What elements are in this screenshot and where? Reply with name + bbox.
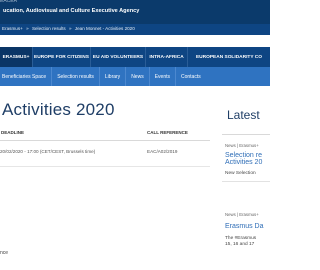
- breadcrumb-separator: »: [68, 26, 72, 31]
- deadline-value: 20/02/2020 - 17:00 (CET/CEST, Brussels t…: [0, 149, 96, 154]
- news-excerpt: New Selection: [225, 171, 256, 176]
- sub-nav: Beneficiaries Space Selection results Li…: [0, 67, 270, 86]
- column-call-reference: CALL REFERENCE: [147, 130, 188, 135]
- column-deadline: DEADLINE: [1, 130, 25, 135]
- nav-europe-for-citizens[interactable]: EUROPE FOR CITIZENS: [33, 47, 91, 67]
- breadcrumb-separator: »: [26, 26, 29, 31]
- news-title-line[interactable]: Erasmus Da: [225, 223, 264, 231]
- news-meta: News | Erasmus+: [225, 143, 259, 148]
- sidebar-divider: [222, 134, 270, 135]
- nav-erasmus[interactable]: ERASMUS+: [0, 47, 33, 67]
- nav-eu-aid-volunteers[interactable]: EU AID VOLUNTEERS: [91, 47, 146, 67]
- news-excerpt: The #Erasmus: [225, 236, 257, 241]
- breadcrumb-current: Jean Monnet - Activities 2020: [74, 26, 135, 31]
- news-meta: News | Erasmus+: [225, 212, 259, 217]
- table-divider: [0, 140, 210, 141]
- main-nav: ERASMUS+ EUROPE FOR CITIZENS EU AID VOLU…: [0, 47, 270, 67]
- news-title-line[interactable]: Activities 20: [225, 159, 262, 167]
- subnav-library[interactable]: Library: [100, 67, 127, 86]
- agency-title: ucation, Audiovisual and Culture Executi…: [3, 8, 140, 14]
- subnav-selection-results[interactable]: Selection results: [52, 67, 100, 86]
- table-header: DEADLINE CALL REFERENCE: [0, 130, 210, 139]
- breadcrumb-selection-results[interactable]: Selection results: [32, 26, 66, 31]
- breadcrumb-erasmus[interactable]: Erasmus+: [2, 26, 23, 31]
- news-excerpt: 15, 16 and 17: [225, 242, 255, 247]
- content-fragment: nce: [0, 250, 9, 256]
- subnav-events[interactable]: Events: [150, 67, 176, 86]
- call-reference-value: EAC/A02/2019: [147, 149, 178, 154]
- agency-logo[interactable]: EACEA: [0, 0, 60, 3]
- subnav-contacts[interactable]: Contacts: [176, 67, 206, 86]
- page-title: Activities 2020: [2, 100, 115, 119]
- sidebar-divider: [222, 181, 270, 182]
- subnav-beneficiaries-space[interactable]: Beneficiaries Space: [0, 67, 53, 86]
- nav-intra-africa[interactable]: INTRA-AFRICA: [146, 47, 188, 67]
- subnav-news[interactable]: News: [126, 67, 150, 86]
- breadcrumb-bar: Erasmus+ » Selection results » Jean Monn…: [0, 24, 270, 35]
- table-divider: [0, 166, 210, 167]
- agency-header: EACEA ucation, Audiovisual and Culture E…: [0, 0, 270, 24]
- breadcrumb: Erasmus+ » Selection results » Jean Monn…: [2, 26, 137, 31]
- header-spacer: [0, 35, 270, 47]
- sidebar-title: Latest: [227, 108, 260, 122]
- nav-european-solidarity[interactable]: EUROPEAN SOLIDARITY CO: [188, 47, 270, 67]
